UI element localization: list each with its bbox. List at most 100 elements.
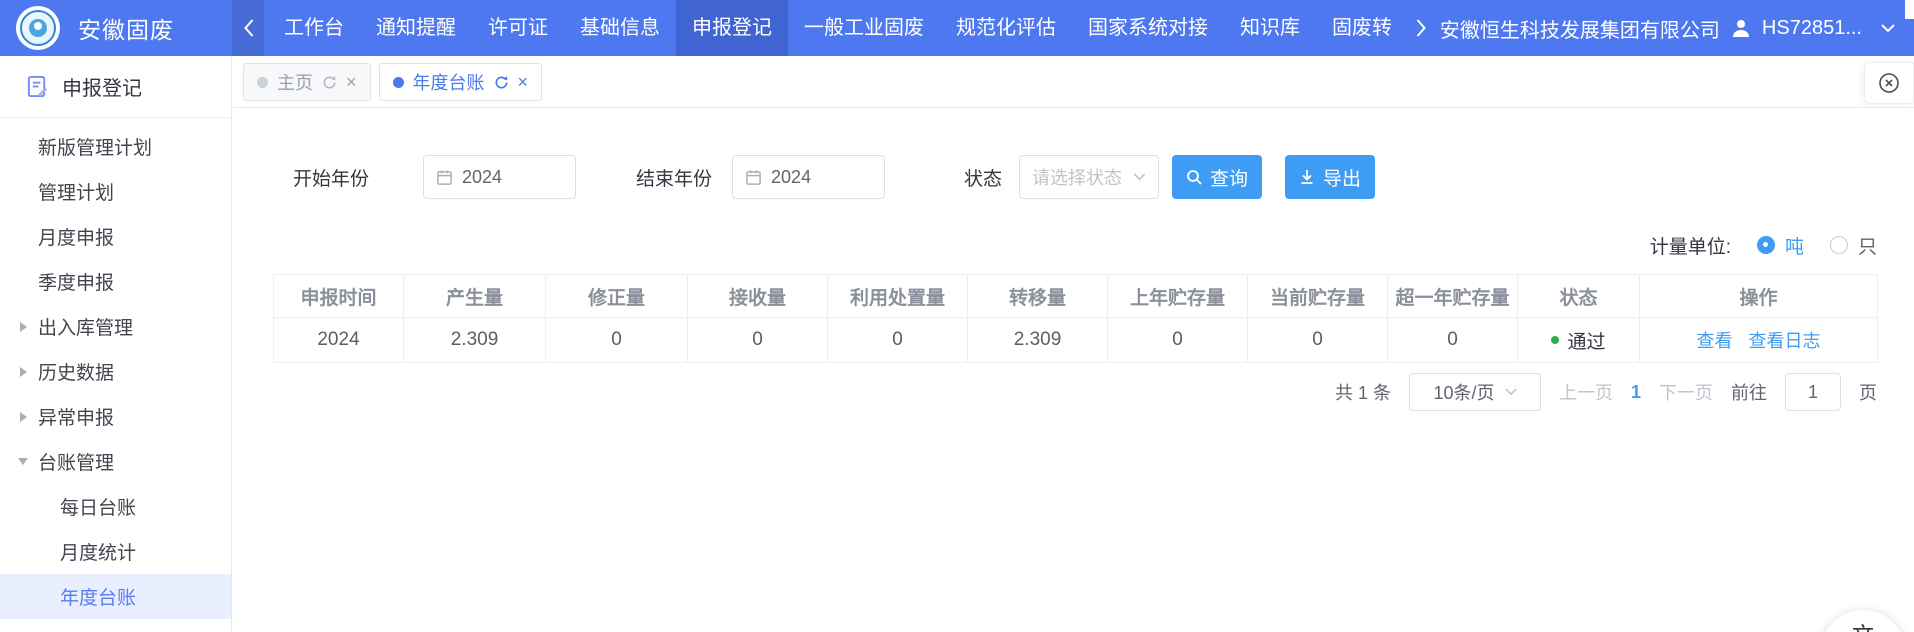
end-year-value[interactable]: [771, 167, 872, 188]
col-received: 接收量: [688, 275, 828, 318]
search-button[interactable]: 查询: [1172, 155, 1262, 199]
floating-translate-widget[interactable]: 文: [1820, 610, 1906, 632]
company-name: 安徽恒生科技发展集团有限公司: [1440, 14, 1720, 43]
main-panel: 主页 × 年度台账 ×: [233, 56, 1914, 632]
col-actions: 操作: [1640, 275, 1878, 318]
col-current-storage: 当前贮存量: [1248, 275, 1388, 318]
col-generated: 产生量: [404, 275, 546, 318]
close-all-tabs-button[interactable]: [1864, 62, 1914, 104]
nav-item-declaration[interactable]: 申报登记: [676, 0, 788, 56]
cell-transferred: 2.309: [968, 318, 1108, 363]
annual-ledger-table: 申报时间 产生量 修正量 接收量 利用处置量 转移量 上年贮存量 当前贮存量 超…: [273, 274, 1878, 363]
collapse-arrow-icon: [18, 458, 28, 465]
unit-label: 计量单位:: [1650, 232, 1731, 259]
unit-radio-piece[interactable]: 只: [1830, 232, 1877, 259]
export-button[interactable]: 导出: [1285, 155, 1375, 199]
top-nav-menu: 工作台 通知提醒 许可证 基础信息 申报登记 一般工业固废 规范化评估 国家系统…: [268, 0, 1408, 56]
sidebar-item-daily-ledger[interactable]: 每日台账: [0, 484, 231, 529]
start-year-input[interactable]: [423, 155, 576, 199]
nav-item-standard-assessment[interactable]: 规范化评估: [940, 0, 1072, 56]
sidebar-item-annual-ledger[interactable]: 年度台账: [0, 574, 231, 619]
nav-item-general-industrial-waste[interactable]: 一般工业固废: [788, 0, 940, 56]
tab-close-icon[interactable]: ×: [346, 73, 357, 91]
pagination-total: 共 1 条: [1335, 379, 1391, 405]
app-title: 安徽固废: [78, 11, 174, 45]
sidebar-section-title: 申报登记: [62, 72, 142, 101]
view-link[interactable]: 查看: [1697, 327, 1733, 353]
app-root: 安徽固废 工作台 通知提醒 许可证 基础信息 申报登记 一般工业固废 规范化评估…: [0, 0, 1914, 632]
chevron-down-icon: [1505, 388, 1517, 396]
radio-selected-icon: [1757, 236, 1775, 254]
unit-radio-ton[interactable]: 吨: [1757, 232, 1804, 259]
tab-label: 主页: [277, 69, 313, 95]
page-size-select[interactable]: 10条/页: [1409, 373, 1541, 411]
sidebar-item-ledger-management[interactable]: 台账管理: [0, 439, 231, 484]
nav-item-basic-info[interactable]: 基础信息: [564, 0, 676, 56]
circled-close-icon: [1877, 71, 1901, 95]
declaration-document-icon: [26, 75, 49, 98]
col-corrected: 修正量: [546, 275, 688, 318]
tab-close-icon[interactable]: ×: [518, 73, 529, 91]
page-number-1[interactable]: 1: [1631, 382, 1641, 403]
end-year-input[interactable]: [732, 155, 885, 199]
status-select[interactable]: 请选择状态: [1019, 155, 1159, 199]
cell-generated: 2.309: [404, 318, 546, 363]
nav-item-workbench[interactable]: 工作台: [268, 0, 360, 56]
nav-item-waste-transfer[interactable]: 固废转: [1316, 0, 1408, 56]
calendar-icon: [745, 169, 762, 186]
col-utilized-disposed: 利用处置量: [828, 275, 968, 318]
view-log-link[interactable]: 查看日志: [1749, 327, 1821, 353]
sidebar: 申报登记 新版管理计划 管理计划 月度申报 季度申报 出入库管理 历史数据 异常…: [0, 56, 232, 632]
cell-actions: 查看 查看日志: [1640, 318, 1878, 363]
sidebar-item-inout-warehouse[interactable]: 出入库管理: [0, 304, 231, 349]
status-label: 状态: [964, 164, 1002, 191]
col-declare-time: 申报时间: [274, 275, 404, 318]
sidebar-item-history-data[interactable]: 历史数据: [0, 349, 231, 394]
sidebar-item-abnormal-declaration[interactable]: 异常申报: [0, 394, 231, 439]
sidebar-item-monthly-declaration[interactable]: 月度申报: [0, 214, 231, 259]
tab-label: 年度台账: [413, 69, 485, 95]
scrollbar-notch: [1905, 0, 1914, 19]
nav-item-notifications[interactable]: 通知提醒: [360, 0, 472, 56]
download-icon: [1299, 169, 1315, 185]
filter-form: 开始年份 结束年份 状态 请选择状态: [273, 155, 1877, 199]
app-logo-icon: [16, 6, 60, 50]
cell-declare-time: 2024: [274, 318, 404, 363]
nav-item-license[interactable]: 许可证: [472, 0, 564, 56]
goto-page-input[interactable]: [1785, 373, 1841, 411]
sidebar-item-quarterly-declaration[interactable]: 季度申报: [0, 259, 231, 304]
tab-refresh-icon[interactable]: [494, 75, 509, 90]
col-last-year-storage: 上年贮存量: [1108, 275, 1248, 318]
sidebar-item-new-management-plan[interactable]: 新版管理计划: [0, 124, 231, 169]
sidebar-item-management-plan[interactable]: 管理计划: [0, 169, 231, 214]
sidebar-section-header: 申报登记: [0, 56, 231, 118]
tab-annual-ledger[interactable]: 年度台账 ×: [379, 63, 543, 101]
calendar-icon: [436, 169, 453, 186]
goto-unit-label: 页: [1859, 379, 1877, 405]
tab-home[interactable]: 主页 ×: [243, 63, 371, 101]
start-year-value[interactable]: [462, 167, 563, 188]
nav-scroll-right-button[interactable]: [1408, 0, 1434, 56]
user-id: HS72851...: [1762, 17, 1862, 40]
sidebar-collapse-button[interactable]: [232, 0, 264, 56]
tab-refresh-icon[interactable]: [322, 75, 337, 90]
next-page-button[interactable]: 下一页: [1659, 379, 1713, 405]
chevron-down-icon: [1133, 173, 1146, 181]
prev-page-button[interactable]: 上一页: [1559, 379, 1613, 405]
end-year-label: 结束年份: [636, 164, 712, 191]
expand-arrow-icon: [20, 322, 27, 332]
top-navbar: 安徽固废 工作台 通知提醒 许可证 基础信息 申报登记 一般工业固废 规范化评估…: [0, 0, 1914, 56]
nav-item-national-system[interactable]: 国家系统对接: [1072, 0, 1224, 56]
page-content: 开始年份 结束年份 状态 请选择状态: [233, 155, 1914, 412]
expand-arrow-icon: [20, 367, 27, 377]
unit-selector: 计量单位: 吨 只: [273, 225, 1877, 265]
col-status: 状态: [1518, 275, 1640, 318]
cell-utilized-disposed: 0: [828, 318, 968, 363]
goto-label: 前往: [1731, 379, 1767, 405]
tab-status-dot: [393, 77, 404, 88]
user-dropdown-toggle[interactable]: [1880, 23, 1896, 33]
sidebar-item-monthly-stats[interactable]: 月度统计: [0, 529, 231, 574]
cell-current-storage: 0: [1248, 318, 1388, 363]
nav-item-knowledge-base[interactable]: 知识库: [1224, 0, 1316, 56]
col-over-one-year-storage: 超一年贮存量: [1388, 275, 1518, 318]
